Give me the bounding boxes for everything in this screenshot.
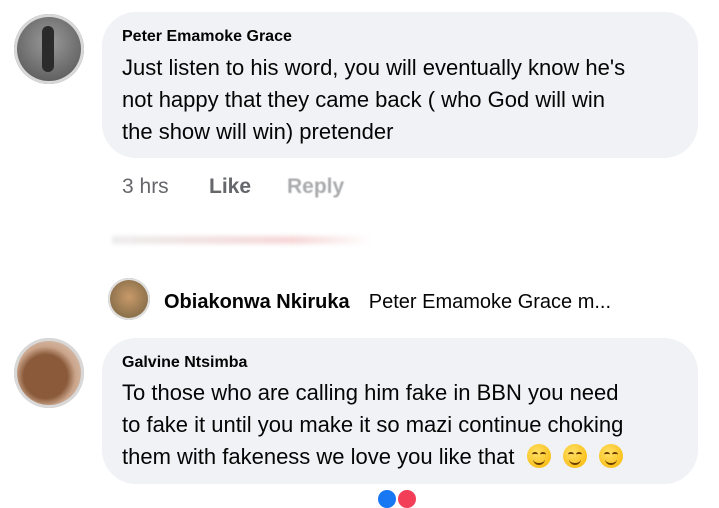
- blurred-artifact: [112, 236, 372, 244]
- comment-timestamp: 3 hrs: [122, 175, 169, 198]
- avatar-galvine[interactable]: [14, 338, 84, 408]
- smiling-face-emoji: [562, 444, 587, 468]
- comment-author[interactable]: Peter Emamoke Grace: [122, 28, 292, 46]
- reply-button[interactable]: Reply: [287, 175, 344, 199]
- comment-text-line: To those who are calling him fake in BBN…: [122, 380, 619, 405]
- reaction-love-icon: [398, 490, 416, 508]
- comment-author[interactable]: Galvine Ntsimba: [122, 354, 247, 372]
- reply-author: Obiakonwa Nkiruka: [164, 291, 350, 313]
- reaction-like-icon: [378, 490, 396, 508]
- smiling-face-emoji: [526, 444, 551, 468]
- comment-text-line: to fake it until you make it so mazi con…: [122, 412, 624, 437]
- comment-text-line: Just listen to his word, you will eventu…: [122, 55, 626, 80]
- avatar-peter[interactable]: [14, 14, 84, 84]
- avatar-figure: [42, 26, 54, 72]
- avatar-obiakonwa[interactable]: [108, 278, 150, 320]
- reply-snippet: Peter Emamoke Grace m...: [368, 291, 612, 313]
- smiling-face-emoji: [598, 444, 623, 468]
- comment-text-line: the show will win) pretender: [122, 119, 394, 144]
- comment-text-line: not happy that they came back ( who God …: [122, 87, 606, 112]
- like-button[interactable]: Like: [209, 175, 251, 199]
- comment-last-line: them with fakeness we love you like that: [122, 441, 623, 473]
- reply-preview[interactable]: Obiakonwa Nkiruka Peter Emamoke Grace m.…: [164, 291, 611, 314]
- comment-text-line: them with fakeness we love you like that: [122, 444, 515, 469]
